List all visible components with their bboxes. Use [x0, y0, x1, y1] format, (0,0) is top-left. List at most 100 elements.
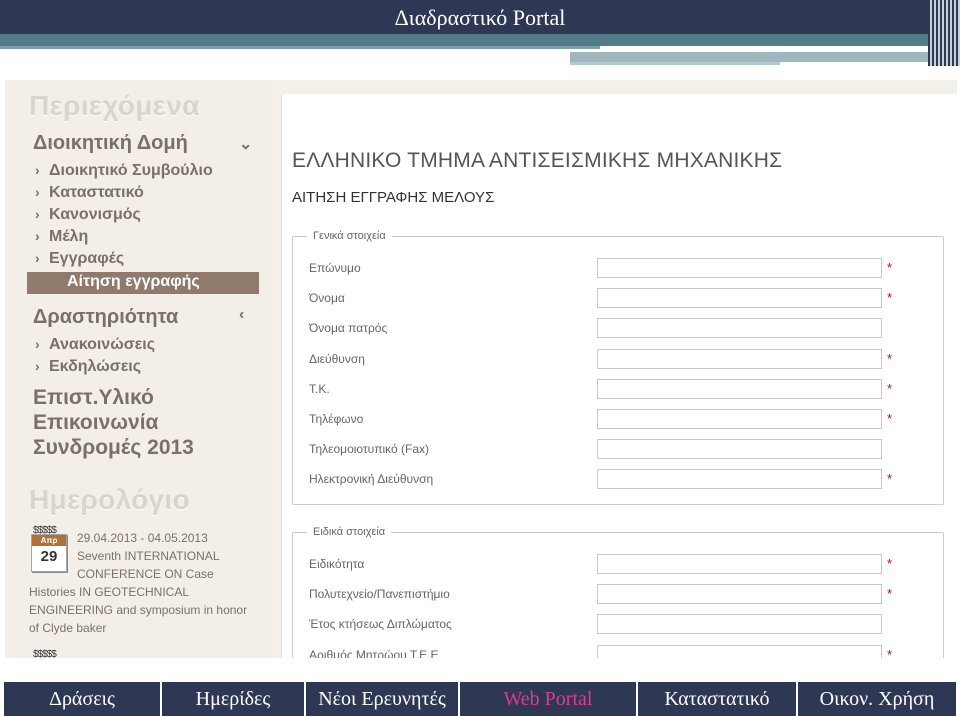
chevron-right-icon: › [35, 336, 40, 352]
banner-accent-bar [570, 52, 930, 62]
bottom-nav-item[interactable]: Οικον. Χρήση [798, 682, 956, 716]
required-asterisk: * [887, 411, 893, 426]
form-label: Όνομα πατρός [309, 321, 388, 336]
title-banner: Διαδραστικό Portal [0, 0, 960, 70]
form-input[interactable] [597, 584, 882, 605]
banner-teal-bar [0, 34, 930, 46]
sidebar-item[interactable]: › Κανονισμός [35, 206, 141, 224]
sidebar-item-label: Αίτηση εγγραφής [67, 273, 200, 290]
required-asterisk: * [887, 586, 893, 602]
sidebar-heading-calendar: Ημερολόγιο [29, 484, 190, 515]
sidebar-item[interactable]: › Διοικητικό Συμβούλιο [35, 162, 213, 180]
sidebar-link[interactable]: Επιστ.Υλικό [33, 386, 154, 410]
form-label: Τ.Κ. [309, 381, 330, 396]
chevron-right-icon: › [35, 206, 40, 222]
sidebar-item[interactable]: › Καταστατικό [35, 184, 144, 202]
form-input[interactable] [597, 348, 882, 369]
form-label: Αριθμός Μητρώου Τ.Ε.Ε [309, 647, 439, 658]
form-input[interactable] [597, 644, 882, 658]
form-input[interactable] [597, 614, 882, 635]
slide-title: Διαδραστικό Portal [394, 5, 566, 30]
chevron-right-icon: › [35, 184, 40, 200]
form-row: Όνομα * [293, 288, 943, 310]
form-row: Πολυτεχνείο/Πανεπιστήμιο * [293, 584, 943, 606]
form-input[interactable] [597, 554, 882, 574]
general-legend: Γενικά στοιχεία [313, 230, 386, 242]
calendar-icon-month: Απρ [32, 535, 66, 546]
calendar-event-line: Seventh INTERNATIONAL [77, 549, 220, 563]
sidebar-item[interactable]: › Μέλη [35, 228, 88, 246]
banner-accent-line [0, 46, 600, 49]
chevron-right-icon: › [35, 162, 40, 178]
required-asterisk: * [887, 260, 893, 275]
sidebar-item-label: Εκδηλώσεις [49, 358, 142, 375]
form-row: Τ.Κ. * [293, 378, 943, 401]
calendar-event-line: Histories IN GEOTECHNICAL [29, 585, 190, 599]
form-row: Τηλέφωνο * [293, 409, 943, 431]
chevron-left-icon[interactable]: ‹ [239, 306, 244, 324]
calendar-event-line: ENGINEERING and symposium in honor [29, 603, 248, 617]
sidebar-item[interactable]: › Εγγραφές [35, 250, 124, 268]
sidebar-item-label: Ανακοινώσεις [49, 336, 156, 353]
sidebar-heading-contents: Περιεχόμενα [29, 90, 200, 121]
calendar-event-line: CONFERENCE ON Case [77, 567, 214, 581]
bottom-nav-item[interactable]: Νέοι Ερευνητές [306, 682, 460, 716]
banner-accent-line-short [570, 62, 780, 65]
form-input[interactable] [597, 378, 882, 399]
sidebar-item-label: Κανονισμός [49, 206, 141, 223]
sidebar-item-label: Καταστατικό [49, 184, 144, 201]
sidebar-section-admin[interactable]: Διοικητική Δομή [33, 132, 188, 155]
form-input[interactable] [597, 469, 882, 490]
form-input[interactable] [597, 318, 882, 339]
sidebar-item[interactable]: › Εκδηλώσεις [35, 358, 141, 376]
sidebar-item-label: Εγγραφές [49, 250, 125, 267]
form-title: ΑΙΤΗΣΗ ΕΓΓΡΑΦΗΣ ΜΕΛΟΥΣ [292, 189, 495, 206]
required-asterisk: * [887, 646, 893, 658]
sidebar-item[interactable]: › Ανακοινώσεις [35, 336, 155, 354]
chevron-down-icon[interactable]: ⌄ [239, 134, 252, 154]
sidebar-item-label: Διοικητικό Συμβούλιο [49, 162, 213, 179]
sidebar-link[interactable]: Συνδρομές 2013 [33, 436, 194, 460]
form-row: Επώνυμο * [293, 258, 943, 280]
required-asterisk: * [887, 380, 893, 396]
form-input[interactable] [597, 439, 882, 460]
calendar-icon-day: 29 [40, 548, 58, 565]
chevron-right-icon: › [35, 228, 40, 244]
special-legend: Ειδικά στοιχεία [313, 526, 386, 538]
required-asterisk: * [887, 471, 893, 487]
sidebar: Περιεχόμενα Διοικητική Δομή ⌄ › Διοικητικ… [5, 80, 275, 658]
calendar-icon: Απρ 29 [31, 534, 67, 572]
bottom-nav-item[interactable]: Ημερίδες [162, 682, 306, 716]
calendar-event-line: of Clyde baker [29, 621, 107, 635]
form-label: Όνομα [309, 291, 345, 306]
calendar-event-line: 29.04.2013 - 04.05.2013 [77, 531, 208, 545]
bottom-nav-item[interactable]: Καταστατικό [638, 682, 798, 716]
calendar-dollars-bottom: $$$$$ [33, 649, 57, 658]
form-input[interactable] [597, 288, 882, 309]
sidebar-section-activity[interactable]: Δραστηριότητα [33, 306, 178, 329]
bottom-nav-item[interactable]: Δράσεις [4, 682, 162, 716]
sidebar-item-active[interactable]: Αίτηση εγγραφής [27, 272, 259, 294]
bottom-nav-item[interactable]: Web Portal [460, 682, 638, 716]
website-screenshot: Περιεχόμενα Διοικητική Δομή ⌄ › Διοικητικ… [5, 80, 957, 658]
form-row: Τηλεομοιοτυπικό (Fax) [293, 439, 943, 461]
general-fieldset: Γενικά στοιχεία Επώνυμο * Όνομα * Όνομα πατρ… [292, 230, 944, 505]
special-fieldset: Ειδικά στοιχεία Ειδικότητα * Πολυτεχνείο/Π… [292, 526, 944, 658]
form-label: Έτος κτήσεως Διπλώματος [309, 617, 452, 632]
form-row: Όνομα πατρός [293, 318, 943, 340]
form-input[interactable] [597, 409, 882, 429]
form-label: Πολυτεχνείο/Πανεπιστήμιο [309, 587, 450, 602]
sidebar-link[interactable]: Επικοινωνία [33, 411, 158, 435]
sidebar-item-label: Μέλη [49, 228, 89, 245]
required-asterisk: * [887, 350, 893, 366]
form-row: Ηλεκτρονική Διεύθυνση * [293, 469, 943, 491]
form-input[interactable] [597, 258, 882, 278]
form-label: Επώνυμο [309, 261, 361, 275]
required-asterisk: * [887, 290, 893, 306]
required-asterisk: * [887, 556, 893, 571]
form-label: Τηλεομοιοτυπικό (Fax) [309, 442, 430, 457]
form-row: Έτος κτήσεως Διπλώματος [293, 614, 943, 636]
form-label: Διεύθυνση [309, 351, 365, 366]
chevron-right-icon: › [35, 250, 40, 266]
form-label: Τηλέφωνο [309, 412, 364, 426]
